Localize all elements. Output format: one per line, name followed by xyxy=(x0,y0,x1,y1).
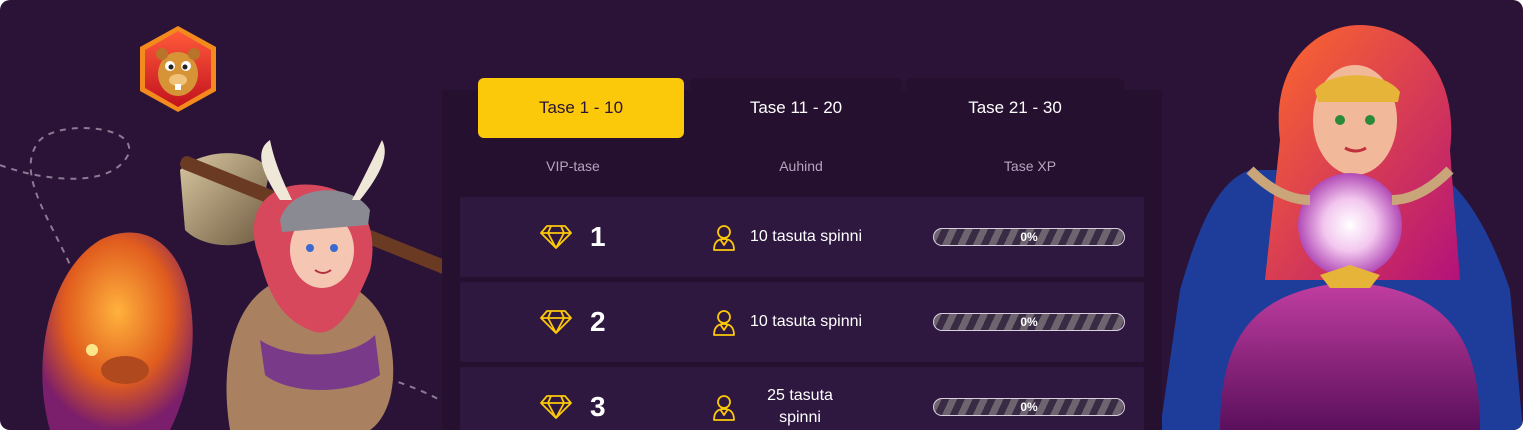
viking-warrior-illustration xyxy=(42,140,460,430)
reward-text: 10 tasuta spinni xyxy=(750,228,863,245)
level-number: 3 xyxy=(590,391,606,422)
level-tabs: Tase 1 - 10 Tase 11 - 20 Tase 21 - 30 xyxy=(478,78,1126,138)
xp-progress-bar: 0% xyxy=(933,398,1125,416)
diamond-icon xyxy=(540,395,572,419)
column-header-reward: Auhind xyxy=(779,158,823,174)
xp-progress-bar: 0% xyxy=(933,313,1125,331)
tab-levels-21-30[interactable]: Tase 21 - 30 xyxy=(906,78,1124,138)
tab-levels-1-10[interactable]: Tase 1 - 10 xyxy=(478,78,684,138)
reward-text: 10 tasuta spinni xyxy=(750,313,863,330)
user-badge-icon xyxy=(713,310,735,336)
level-number: 1 xyxy=(590,221,606,252)
diamond-icon xyxy=(540,225,572,249)
vip-levels-section: Tase 1 - 10 Tase 11 - 20 Tase 21 - 30 VI… xyxy=(0,0,1523,430)
table-row: 3 25 tasuta spinni 0% xyxy=(460,367,1144,430)
user-badge-icon xyxy=(713,395,735,421)
beaver-logo-icon xyxy=(140,26,216,112)
reward: 25 tasuta spinni xyxy=(712,367,912,430)
xp-progress-text: 0% xyxy=(1020,315,1038,329)
vip-level: 3 xyxy=(540,367,606,430)
diamond-icon xyxy=(540,310,572,334)
reward: 10 tasuta spinni xyxy=(712,282,912,362)
tab-levels-11-20[interactable]: Tase 11 - 20 xyxy=(690,78,902,138)
user-badge-icon xyxy=(713,225,735,251)
column-header-level: VIP-tase xyxy=(546,158,600,174)
column-header-xp: Tase XP xyxy=(1003,158,1057,174)
reward: 10 tasuta spinni xyxy=(712,197,912,277)
level-number: 2 xyxy=(590,306,606,337)
xp-progress-text: 0% xyxy=(1020,230,1038,244)
table-row: 2 10 tasuta spinni 0% xyxy=(460,282,1144,362)
table-row: 1 10 tasuta spinni 0% xyxy=(460,197,1144,277)
xp-progress-text: 0% xyxy=(1020,400,1038,414)
fortune-teller-illustration xyxy=(1160,25,1523,430)
xp-progress-bar: 0% xyxy=(933,228,1125,246)
reward-text: 25 tasuta spinni xyxy=(767,387,833,426)
vip-level: 2 xyxy=(540,282,606,362)
vip-level: 1 xyxy=(540,197,606,277)
